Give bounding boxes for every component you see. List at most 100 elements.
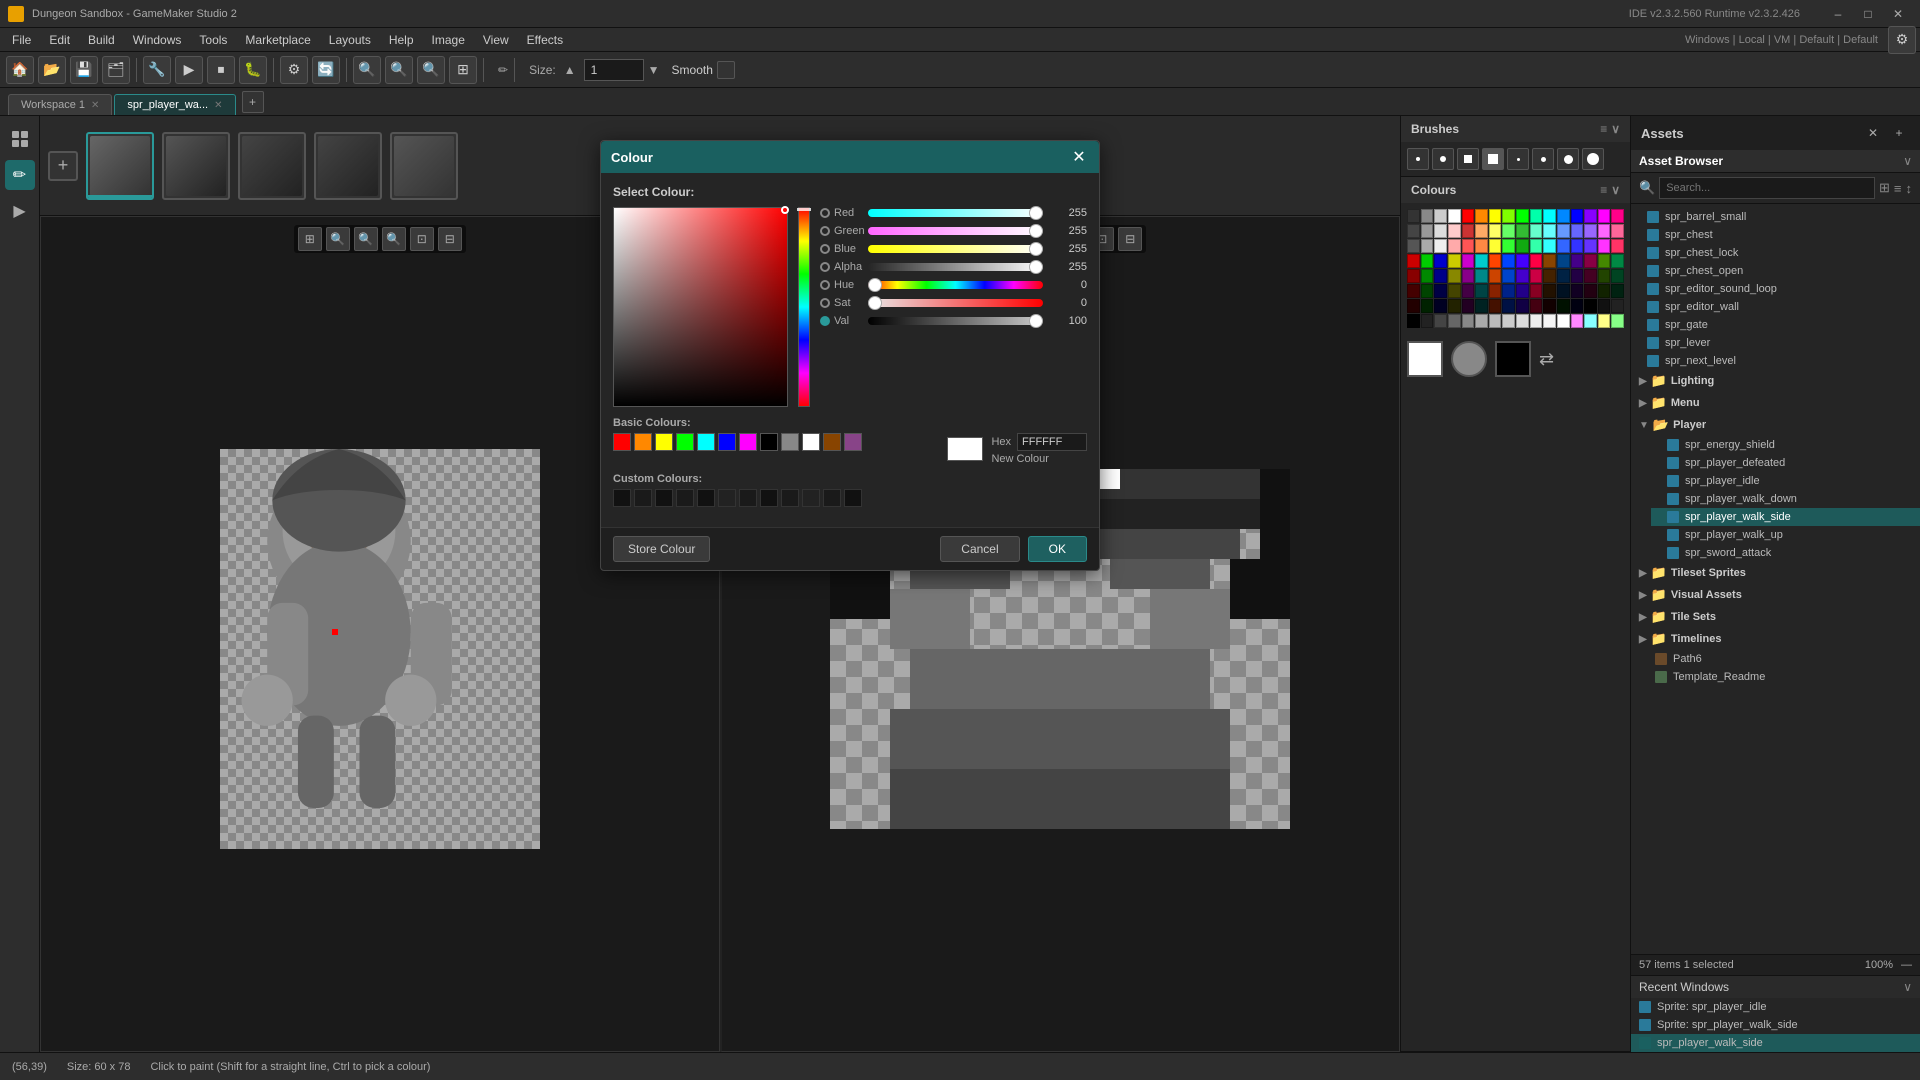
asset-browser-collapse[interactable]: ∨ [1903, 154, 1912, 168]
swatch[interactable] [1557, 254, 1570, 268]
swatch[interactable] [1489, 299, 1502, 313]
basic-swatch-orange[interactable] [634, 433, 652, 451]
sat-radio[interactable] [820, 298, 830, 308]
swatch[interactable] [1584, 254, 1597, 268]
basic-swatch-cyan[interactable] [697, 433, 715, 451]
swatch[interactable] [1421, 269, 1434, 283]
swatch[interactable] [1543, 269, 1556, 283]
swatch[interactable] [1462, 224, 1475, 238]
basic-swatch-grey[interactable] [781, 433, 799, 451]
colours-collapse[interactable]: ∨ [1611, 183, 1620, 197]
swatch[interactable] [1530, 269, 1543, 283]
midground-colour[interactable] [1451, 341, 1487, 377]
tree-item-spr-player-idle[interactable]: spr_player_idle [1651, 472, 1920, 490]
swatch[interactable] [1434, 254, 1447, 268]
swatch[interactable] [1434, 284, 1447, 298]
debug-button[interactable]: 🐛 [239, 56, 267, 84]
swatch[interactable] [1611, 224, 1624, 238]
colour-gradient-picker[interactable] [613, 207, 788, 407]
swatch[interactable] [1584, 284, 1597, 298]
swatch[interactable] [1448, 299, 1461, 313]
sort-icon[interactable]: ↕ [1906, 181, 1913, 196]
swatch[interactable] [1421, 209, 1434, 223]
menu-effects[interactable]: Effects [519, 31, 571, 49]
zoom-out-button[interactable]: 🔍 [385, 56, 413, 84]
swatch[interactable] [1543, 314, 1556, 328]
workspace-tab[interactable]: Workspace 1 ✕ [8, 94, 112, 115]
add-frame-button[interactable]: + [48, 151, 78, 181]
asset-panel-close[interactable]: ✕ [1862, 122, 1884, 144]
menu-build[interactable]: Build [80, 31, 123, 49]
tree-item-spr-player-walk-down[interactable]: spr_player_walk_down [1651, 490, 1920, 508]
swatch[interactable] [1475, 314, 1488, 328]
swatch[interactable] [1502, 224, 1515, 238]
brush-alt2[interactable] [1532, 148, 1554, 170]
background-colour[interactable] [1495, 341, 1531, 377]
folder-player[interactable]: ▼ 📂 Player [1631, 414, 1920, 436]
zoom-fit-button[interactable]: 🔍 [417, 56, 445, 84]
swatch[interactable] [1489, 314, 1502, 328]
brush-alt4[interactable] [1582, 148, 1604, 170]
swatch[interactable] [1516, 239, 1529, 253]
green-radio-label[interactable]: Green [820, 225, 860, 237]
custom-swatch-9[interactable] [781, 489, 799, 507]
swatch[interactable] [1530, 224, 1543, 238]
swatch[interactable] [1598, 239, 1611, 253]
alpha-radio-label[interactable]: Alpha [820, 261, 860, 273]
swatch[interactable] [1462, 239, 1475, 253]
custom-swatch-3[interactable] [655, 489, 673, 507]
swatch[interactable] [1557, 224, 1570, 238]
recent-windows-collapse[interactable]: ∨ [1903, 980, 1912, 994]
save-all-button[interactable]: 🗂 [102, 56, 130, 84]
swatch[interactable] [1448, 209, 1461, 223]
menu-edit[interactable]: Edit [41, 31, 78, 49]
frame-3[interactable] [238, 132, 306, 200]
swatch[interactable] [1502, 299, 1515, 313]
swatch[interactable] [1516, 314, 1529, 328]
swatch[interactable] [1516, 254, 1529, 268]
val-slider[interactable] [868, 317, 1043, 325]
tree-item-spr-chest-lock[interactable]: spr_chest_lock [1631, 244, 1920, 262]
folder-timelines[interactable]: ▶ 📁 Timelines [1631, 628, 1920, 650]
tree-item-spr-next-level[interactable]: spr_next_level [1631, 352, 1920, 370]
brushes-header[interactable]: Brushes ≡ ∨ [1401, 116, 1630, 142]
asset-search-input[interactable] [1659, 177, 1875, 199]
frame-5[interactable] [390, 132, 458, 200]
ok-button[interactable]: OK [1028, 536, 1087, 562]
swap-colours[interactable]: ⇄ [1539, 349, 1554, 370]
red-radio[interactable] [820, 208, 830, 218]
swatch[interactable] [1489, 209, 1502, 223]
swatch[interactable] [1489, 224, 1502, 238]
size-input[interactable] [584, 59, 644, 81]
swatch[interactable] [1557, 239, 1570, 253]
custom-swatch-6[interactable] [718, 489, 736, 507]
menu-windows[interactable]: Windows [125, 31, 190, 49]
swatch[interactable] [1598, 269, 1611, 283]
swatch[interactable] [1448, 254, 1461, 268]
swatch[interactable] [1571, 299, 1584, 313]
zoom-in-button[interactable]: 🔍 [353, 56, 381, 84]
swatch[interactable] [1571, 209, 1584, 223]
tree-item-spr-player-defeated[interactable]: spr_player_defeated [1651, 454, 1920, 472]
swatch[interactable] [1502, 314, 1515, 328]
red-radio-label[interactable]: Red [820, 207, 860, 219]
swatch[interactable] [1571, 284, 1584, 298]
tree-item-spr-chest-open[interactable]: spr_chest_open [1631, 262, 1920, 280]
compile-button[interactable]: ⚙ [280, 56, 308, 84]
swatch[interactable] [1448, 314, 1461, 328]
brushes-expand[interactable]: ≡ [1600, 122, 1607, 136]
home-button[interactable]: 🏠 [6, 56, 34, 84]
swatch[interactable] [1557, 269, 1570, 283]
swatch[interactable] [1584, 269, 1597, 283]
basic-swatch-magenta[interactable] [739, 433, 757, 451]
swatch[interactable] [1584, 239, 1597, 253]
swatch[interactable] [1421, 284, 1434, 298]
brushes-collapse[interactable]: ∨ [1611, 122, 1620, 136]
swatch[interactable] [1557, 209, 1570, 223]
frame-4[interactable] [314, 132, 382, 200]
swatch[interactable] [1502, 254, 1515, 268]
swatch[interactable] [1584, 314, 1597, 328]
swatch[interactable] [1434, 239, 1447, 253]
custom-swatch-1[interactable] [613, 489, 631, 507]
custom-swatch-12[interactable] [844, 489, 862, 507]
